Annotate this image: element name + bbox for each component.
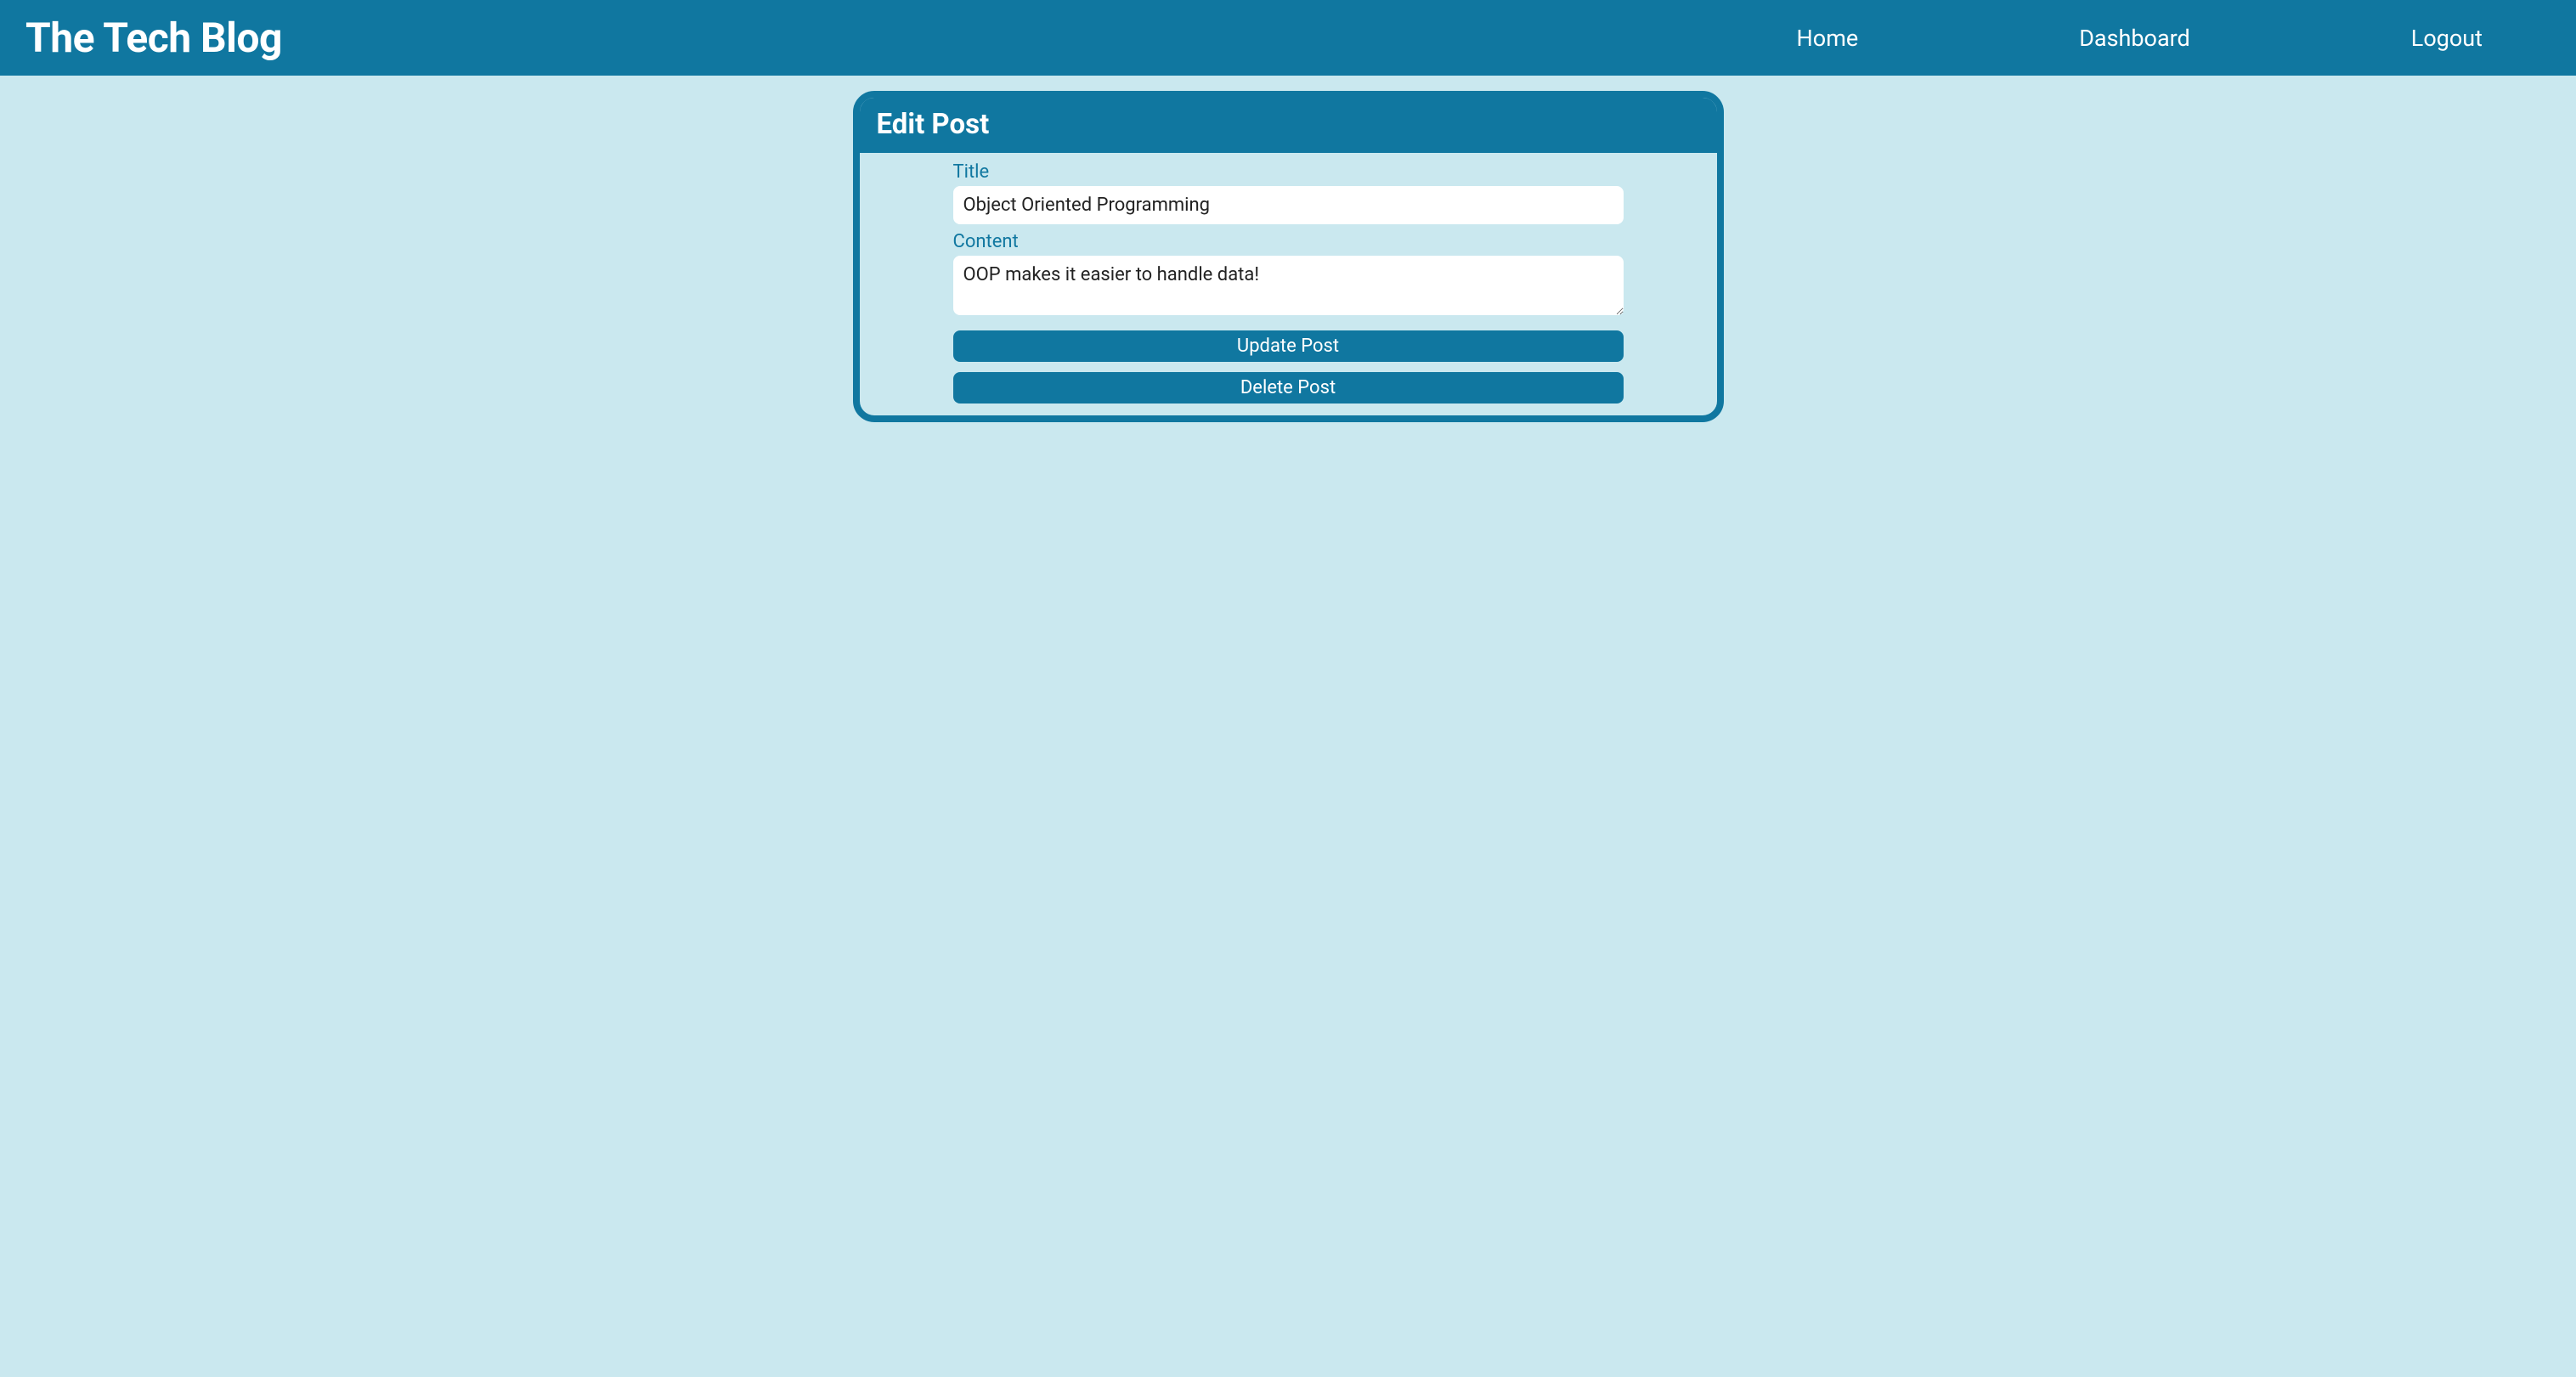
delete-post-button[interactable]: Delete Post <box>953 372 1624 404</box>
title-input[interactable] <box>953 186 1624 224</box>
edit-post-card: Edit Post Title Content Update Post Dele… <box>853 91 1724 422</box>
nav-logout[interactable]: Logout <box>2411 25 2483 52</box>
nav-dashboard[interactable]: Dashboard <box>2079 25 2190 52</box>
card-body: Title Content Update Post Delete Post <box>860 153 1717 415</box>
content-label: Content <box>953 231 1624 252</box>
content-textarea[interactable] <box>953 256 1624 315</box>
site-header: The Tech Blog Home Dashboard Logout <box>0 0 2576 76</box>
update-post-button[interactable]: Update Post <box>953 330 1624 362</box>
site-title: The Tech Blog <box>25 14 282 62</box>
main-nav: Home Dashboard Logout <box>1797 25 2551 52</box>
main-container: Edit Post Title Content Update Post Dele… <box>853 76 1724 422</box>
title-label: Title <box>953 161 1624 183</box>
card-header: Edit Post <box>860 98 1717 153</box>
nav-home[interactable]: Home <box>1797 25 1859 52</box>
card-title: Edit Post <box>877 108 1700 141</box>
